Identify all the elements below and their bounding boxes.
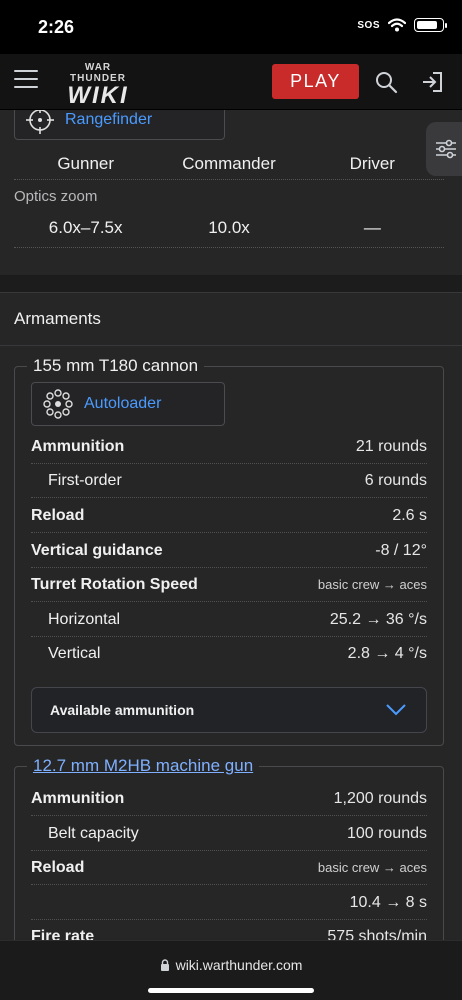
logo-main-text: WIKI — [67, 82, 129, 109]
stat-label: First-order — [48, 471, 122, 489]
cannon-name: 155 mm T180 cannon — [27, 356, 205, 376]
stat-row-first-order: First-order 6 rounds — [31, 464, 427, 498]
stat-row-mg-reload-value: 10.4 → 8 s — [31, 886, 427, 920]
login-icon[interactable] — [420, 70, 444, 94]
stat-row-belt-capacity: Belt capacity 100 rounds — [31, 817, 427, 851]
hamburger-menu-icon[interactable] — [14, 70, 38, 90]
lock-icon — [160, 959, 169, 971]
sos-indicator: SOS — [357, 19, 380, 31]
armaments-card: Armaments 155 mm T180 cannon Autoloader — [0, 292, 462, 940]
stat-value: 6 rounds — [364, 471, 427, 489]
autoloader-icon — [43, 389, 73, 419]
stat-row-reload: Reload 2.6 s — [31, 499, 427, 533]
stat-label: Reload — [31, 858, 85, 876]
available-ammunition-label: Available ammunition — [50, 702, 195, 718]
stat-value: 100 rounds — [346, 824, 427, 842]
stat-row-turret-rotation: Turret Rotation Speed basic crew → aces — [31, 568, 427, 602]
stat-label: Ammunition — [31, 789, 125, 807]
optics-card: Rangefinder Gunner Commander Driver Opti… — [0, 110, 462, 275]
stat-value: basic crew → aces — [317, 577, 427, 592]
stat-value: -8 / 12° — [375, 541, 427, 559]
stat-row-vertical: Vertical 2.8 → 4 °/s — [31, 637, 427, 671]
stat-label: Vertical guidance — [31, 541, 163, 559]
machine-gun-panel: 12.7 mm M2HB machine gun Ammunition 1,20… — [14, 756, 444, 941]
sliders-icon — [436, 139, 456, 159]
autoloader-label: Autoloader — [84, 395, 162, 412]
machine-gun-link[interactable]: 12.7 mm M2HB machine gun — [27, 756, 260, 776]
status-time: 2:26 — [38, 17, 75, 37]
autoloader-feature[interactable]: Autoloader — [31, 382, 225, 426]
wifi-icon — [388, 18, 406, 32]
play-button[interactable]: PLAY — [272, 64, 359, 99]
logo-top-text: WAR THUNDER — [70, 62, 126, 84]
crew-header-row: Gunner Commander Driver — [14, 152, 444, 180]
crew-gunner: Gunner — [57, 154, 115, 173]
settings-side-tab[interactable] — [426, 122, 462, 176]
available-ammunition-dropdown[interactable]: Available ammunition — [31, 687, 427, 733]
stat-label: Reload — [31, 506, 85, 524]
stat-value: 21 rounds — [355, 437, 427, 455]
stat-label: Belt capacity — [48, 824, 139, 842]
stat-row-mg-ammunition: Ammunition 1,200 rounds — [31, 782, 427, 816]
stat-row-vertical-guidance: Vertical guidance -8 / 12° — [31, 534, 427, 568]
zoom-gunner: 6.0x–7.5x — [48, 218, 123, 237]
optics-zoom-label: Optics zoom — [14, 188, 98, 205]
rangefinder-icon — [26, 110, 54, 134]
stat-label: Vertical — [48, 645, 101, 662]
chevron-down-icon — [386, 704, 406, 716]
optics-zoom-row: 6.0x–7.5x 10.0x — — [14, 212, 444, 248]
status-bar: 2:26 SOS — [0, 0, 462, 54]
url-text: wiki.warthunder.com — [175, 957, 303, 973]
cannon-panel: 155 mm T180 cannon Autoloader Ammunition — [14, 356, 444, 746]
page-content: Rangefinder Gunner Commander Driver Opti… — [0, 110, 462, 940]
battery-icon — [414, 18, 447, 32]
rangefinder-label: Rangefinder — [65, 111, 153, 128]
stat-value: 575 shots/min — [327, 927, 427, 941]
section-divider — [0, 345, 462, 346]
status-indicators: SOS — [357, 18, 447, 32]
crew-commander: Commander — [182, 154, 276, 173]
stat-value: 1,200 rounds — [333, 789, 427, 807]
stat-label: Fire rate — [31, 927, 95, 941]
home-indicator[interactable] — [148, 988, 314, 993]
stat-label: Turret Rotation Speed — [31, 575, 198, 593]
site-header: WAR THUNDER WIKI PLAY — [0, 54, 462, 110]
stat-value: 2.6 s — [392, 506, 427, 524]
stat-value: basic crew → aces — [317, 860, 427, 875]
stat-row-fire-rate: Fire rate 575 shots/min — [31, 920, 427, 941]
url-display[interactable]: wiki.warthunder.com — [0, 957, 462, 973]
stat-label: Horizontal — [48, 610, 121, 628]
rangefinder-feature[interactable]: Rangefinder — [14, 110, 225, 140]
war-thunder-wiki-logo[interactable]: WAR THUNDER WIKI — [58, 62, 138, 108]
stat-row-horizontal: Horizontal 25.2 → 36 °/s — [31, 603, 427, 637]
stat-value: 25.2 → 36 °/s — [329, 610, 427, 628]
browser-address-bar[interactable]: wiki.warthunder.com — [0, 940, 462, 1000]
stat-value: 2.8 → 4 °/s — [347, 645, 427, 662]
armaments-title: Armaments — [14, 309, 101, 328]
stat-row-ammunition: Ammunition 21 rounds — [31, 430, 427, 464]
stat-row-mg-reload: Reload basic crew → aces — [31, 851, 427, 885]
battery-fill — [417, 21, 437, 29]
search-icon[interactable] — [374, 70, 398, 94]
zoom-commander: 10.0x — [208, 218, 250, 237]
zoom-driver: — — [363, 218, 381, 237]
crew-driver: Driver — [349, 154, 395, 173]
stat-value: 10.4 → 8 s — [349, 893, 427, 911]
stat-label: Ammunition — [31, 437, 125, 455]
